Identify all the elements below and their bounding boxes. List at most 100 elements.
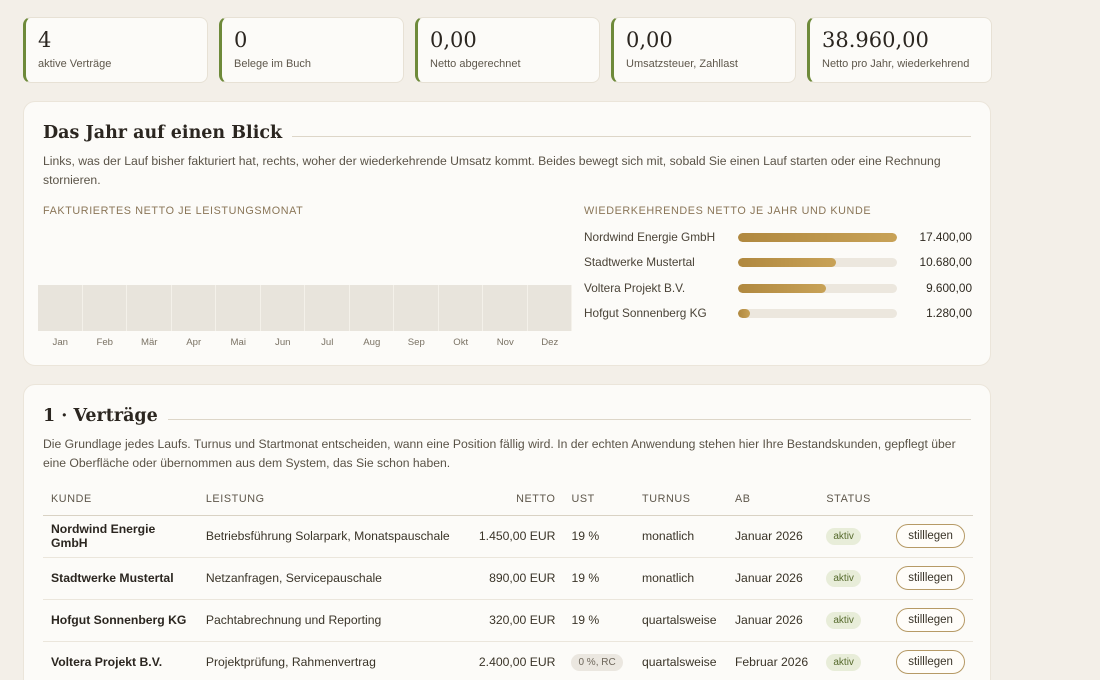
status-badge: aktiv: [826, 653, 861, 671]
stilllegen-button[interactable]: stilllegen: [896, 566, 965, 590]
column-header-ust: UST: [563, 483, 634, 516]
contracts-table: KUNDE LEISTUNG NETTO UST TURNUS AB STATU…: [43, 483, 973, 680]
column-header-netto: NETTO: [465, 483, 564, 516]
cell-netto: 2.400,00 EUR: [465, 641, 564, 680]
column-header-kunde: KUNDE: [43, 483, 198, 516]
table-header-row: KUNDE LEISTUNG NETTO UST TURNUS AB STATU…: [43, 483, 973, 516]
status-badge: aktiv: [826, 569, 861, 587]
cell-turnus: monatlich: [634, 557, 727, 600]
stat-value: 0: [234, 28, 248, 52]
recurring-bar: [738, 258, 836, 268]
cell-turnus: monatlich: [634, 515, 727, 558]
stat-label: Umsatzsteuer, Zahllast: [626, 58, 738, 70]
cell-kunde: Voltera Projekt B.V.: [43, 641, 198, 680]
month-tick-label: Mai: [230, 337, 246, 348]
cell-netto: 1.450,00 EUR: [465, 515, 564, 558]
recurring-value-label: 17.400,00: [919, 230, 972, 244]
recurring-value-label: 1.280,00: [926, 305, 972, 320]
recurring-bar: [738, 233, 897, 242]
recurring-customer-label: Voltera Projekt B.V.: [584, 280, 686, 295]
monthly-bar-nov: [483, 285, 528, 331]
recurring-chart-label: WIEDERKEHRENDES NETTO JE JAHR UND KUNDE: [584, 205, 872, 217]
stat-label: Netto abgerechnet: [430, 58, 521, 70]
cell-status: aktiv: [818, 599, 889, 642]
monthly-bar-mai: [216, 285, 261, 331]
contracts-title: 1 · Verträge: [43, 406, 158, 426]
cell-action: stilllegen: [888, 641, 973, 680]
cell-kunde: Hofgut Sonnenberg KG: [43, 599, 198, 642]
recurring-customer-label: Nordwind Energie GmbH: [584, 230, 716, 244]
cell-leistung: Netzanfragen, Servicepauschale: [197, 557, 466, 600]
stat-label: Belege im Buch: [234, 58, 312, 70]
monthly-chart-axis: Jan Feb Mär Apr Mai Jun Jul Aug Sep Okt Nov Dez: [38, 337, 572, 348]
ust-badge: 0 %, RC: [571, 653, 623, 671]
monthly-bar-feb: [82, 285, 127, 331]
cell-action: stilllegen: [888, 515, 973, 558]
title-divider: [167, 418, 971, 420]
table-row: Hofgut Sonnenberg KG Pachtabrechnung und …: [43, 599, 973, 642]
table-row: Stadtwerke Mustertal Netzanfragen, Servic…: [43, 557, 973, 600]
contracts-header: 1 · Verträge: [43, 406, 971, 426]
stat-vat-payable: 0,00 Umsatzsteuer, Zahllast: [611, 17, 796, 83]
stats-row: 4 aktive Verträge 0 Belege im Buch 0,00 …: [23, 17, 992, 83]
recurring-bar-track: [738, 233, 897, 242]
recurring-customer-label: Hofgut Sonnenberg KG: [584, 305, 707, 320]
recurring-bar-track: [738, 258, 897, 268]
recurring-bar-track: [738, 283, 897, 293]
stat-value: 4: [38, 28, 52, 52]
stat-label: aktive Verträge: [38, 58, 112, 70]
column-header-leistung: LEISTUNG: [197, 483, 466, 516]
cell-ust: 0 %, RC: [563, 641, 634, 680]
month-tick-label: Aug: [363, 337, 381, 348]
month-tick-label: Jun: [275, 337, 291, 348]
contracts-table-body: Nordwind Energie GmbH Betriebsführung Sol…: [43, 515, 973, 680]
month-tick-label: Mär: [140, 337, 158, 348]
title-divider: [292, 135, 971, 137]
column-header-ab: AB: [726, 483, 819, 516]
cell-netto: 890,00 EUR: [465, 557, 564, 600]
cell-ab: Januar 2026: [726, 599, 819, 642]
month-tick-label: Apr: [186, 337, 202, 348]
column-header-action: [888, 483, 973, 516]
month-tick-label: Sep: [407, 337, 425, 348]
cell-kunde: Stadtwerke Mustertal: [43, 557, 198, 600]
overview-header: Das Jahr auf einen Blick: [43, 123, 971, 143]
monthly-chart: [38, 285, 572, 331]
monthly-bar-jun: [260, 285, 305, 331]
cell-ab: Januar 2026: [726, 557, 819, 600]
recurring-bar: [738, 283, 826, 293]
month-tick-label: Jan: [52, 337, 68, 348]
monthly-bar-mär: [127, 285, 172, 331]
recurring-customer-label: Stadtwerke Mustertal: [584, 255, 695, 270]
stilllegen-button[interactable]: stilllegen: [896, 608, 965, 632]
cell-leistung: Pachtabrechnung und Reporting: [197, 599, 466, 642]
monthly-chart-label: FAKTURIERTES NETTO JE LEISTUNGSMONAT: [43, 205, 304, 217]
contracts-card: 1 · Verträge Die Grundlage jedes Laufs. …: [23, 384, 991, 680]
table-row: Nordwind Energie GmbH Betriebsführung Sol…: [43, 515, 973, 558]
status-badge: aktiv: [826, 611, 861, 629]
stat-value: 38.960,00: [822, 28, 929, 52]
cell-ab: Januar 2026: [726, 515, 819, 558]
stat-active-contracts: 4 aktive Verträge: [23, 17, 208, 83]
cell-kunde: Nordwind Energie GmbH: [43, 515, 198, 558]
monthly-bar-apr: [171, 285, 216, 331]
stat-value: 0,00: [430, 28, 477, 52]
stilllegen-button[interactable]: stilllegen: [896, 524, 965, 548]
cell-status: aktiv: [818, 641, 889, 680]
monthly-bar-okt: [438, 285, 483, 331]
column-header-status: STATUS: [818, 483, 889, 516]
recurring-bar: [738, 308, 750, 318]
monthly-bar-aug: [349, 285, 394, 331]
column-header-turnus: TURNUS: [634, 483, 727, 516]
cell-action: stilllegen: [888, 557, 973, 600]
month-tick-label: Dez: [541, 337, 559, 348]
month-tick-label: Feb: [96, 337, 114, 348]
stat-net-billed: 0,00 Netto abgerechnet: [415, 17, 600, 83]
contracts-description: Die Grundlage jedes Laufs. Turnus und St…: [43, 437, 956, 470]
cell-action: stilllegen: [888, 599, 973, 642]
stilllegen-button[interactable]: stilllegen: [896, 650, 965, 674]
recurring-value-label: 9.600,00: [926, 280, 972, 295]
cell-turnus: quartalsweise: [634, 599, 727, 642]
monthly-bar-dez: [527, 285, 572, 331]
table-row: Voltera Projekt B.V. Projektprüfung, Rahm…: [43, 641, 973, 680]
